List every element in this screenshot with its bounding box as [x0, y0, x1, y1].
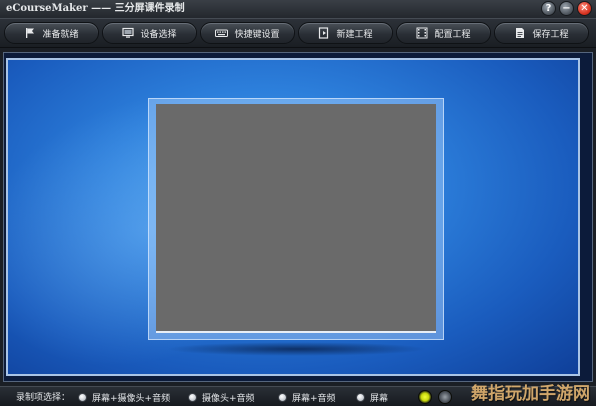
close-button[interactable]: ✕: [577, 1, 592, 16]
watermark: 舞指玩加手游网: [471, 384, 590, 404]
window-controls: ? − ✕: [541, 1, 592, 16]
option-label: 摄像头+音频: [202, 394, 255, 404]
close-icon: ✕: [580, 2, 589, 14]
recording-stage: [6, 58, 580, 376]
recording-options-bar: 录制项选择： 屏幕+摄像头+音频 摄像头+音频 屏幕+音频 屏幕 舞指玩加手游网: [0, 384, 596, 406]
option-label: 屏幕: [370, 394, 389, 404]
option-screen-camera-audio[interactable]: 屏幕+摄像头+音频: [78, 391, 170, 404]
minimize-icon: −: [562, 2, 571, 14]
radio-icon[interactable]: [356, 393, 365, 402]
window-title: eCourseMaker —— 三分屏课件录制: [6, 3, 185, 14]
option-camera-audio[interactable]: 摄像头+音频: [188, 391, 255, 404]
ready-button[interactable]: 准备就绪: [4, 22, 99, 44]
flag-icon: [26, 28, 35, 38]
film-config-icon: [416, 27, 428, 39]
recording-options-label: 录制项选择：: [16, 393, 71, 403]
radio-icon[interactable]: [78, 393, 87, 402]
keyboard-icon: [215, 29, 229, 37]
configure-project-button[interactable]: 配置工程: [396, 22, 491, 44]
option-label: 屏幕+音频: [292, 394, 336, 404]
preview-shadow: [166, 342, 428, 356]
option-screen-audio[interactable]: 屏幕+音频: [278, 391, 336, 404]
device-select-button[interactable]: 设备选择: [102, 22, 197, 44]
hotkey-settings-button[interactable]: 快捷键设置: [200, 22, 295, 44]
help-button[interactable]: ?: [541, 1, 556, 16]
help-icon: ?: [545, 2, 552, 14]
new-project-button[interactable]: 新建工程: [298, 22, 393, 44]
preview-screen: [156, 104, 436, 333]
radio-icon[interactable]: [278, 393, 287, 402]
save-project-label: 保存工程: [532, 29, 569, 40]
ready-button-label: 准备就绪: [42, 29, 79, 40]
minimize-button[interactable]: −: [559, 1, 574, 16]
new-project-icon: [319, 27, 329, 39]
option-screen[interactable]: 屏幕: [356, 391, 388, 404]
device-select-label: 设备选择: [140, 29, 177, 40]
toolbar: 准备就绪 设备选择 快捷键设置 新建工程 配置工程 保存工程: [0, 18, 596, 48]
save-project-button[interactable]: 保存工程: [494, 22, 589, 44]
monitor-icon: [122, 27, 135, 38]
hotkey-settings-label: 快捷键设置: [234, 29, 280, 40]
new-project-label: 新建工程: [336, 29, 373, 40]
record-status-indicator[interactable]: [418, 390, 432, 404]
configure-project-label: 配置工程: [434, 29, 471, 40]
option-label: 屏幕+摄像头+音频: [92, 394, 171, 404]
secondary-status-indicator[interactable]: [438, 390, 452, 404]
radio-icon[interactable]: [188, 393, 197, 402]
save-document-icon: [516, 28, 525, 38]
title-bar: eCourseMaker —— 三分屏课件录制 ? − ✕: [0, 0, 596, 18]
